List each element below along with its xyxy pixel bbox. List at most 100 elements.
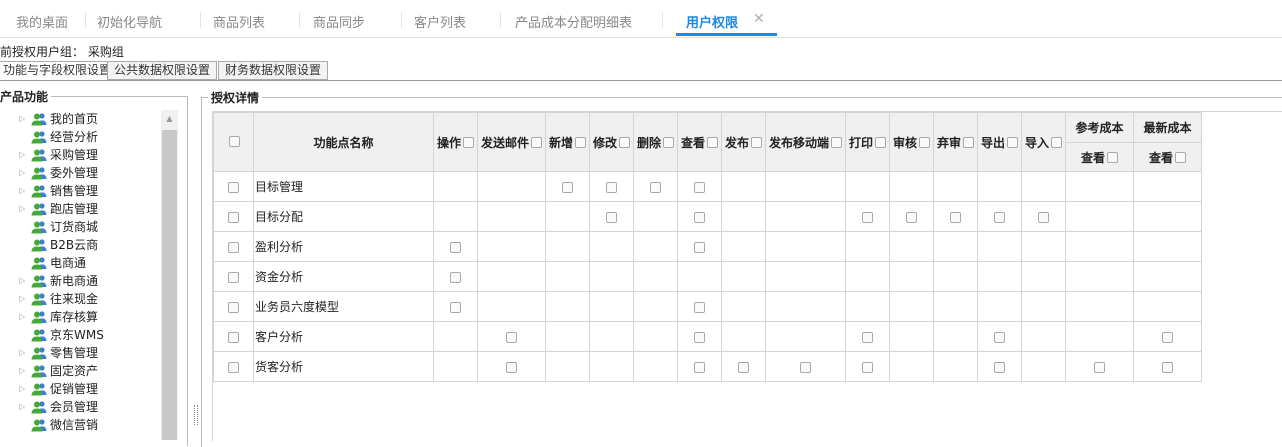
expand-arrow-icon[interactable]: ▷: [19, 146, 25, 164]
subtab-public-data[interactable]: 公共数据权限设置: [107, 61, 218, 80]
column-select-checkbox[interactable]: [963, 136, 974, 148]
tree-item[interactable]: 经营分析: [19, 128, 159, 146]
expand-arrow-icon[interactable]: ▷: [19, 398, 25, 416]
column-select-checkbox[interactable]: [575, 136, 586, 148]
permission-checkbox[interactable]: [694, 241, 705, 253]
permission-checkbox[interactable]: [450, 301, 461, 313]
tab-desktop[interactable]: 我的桌面: [16, 12, 68, 31]
expand-arrow-icon[interactable]: ▷: [19, 200, 25, 218]
row-select-checkbox[interactable]: [228, 331, 239, 343]
permission-checkbox[interactable]: [694, 361, 705, 373]
tab-product-list[interactable]: 商品列表: [213, 12, 265, 31]
permission-checkbox[interactable]: [450, 241, 461, 253]
column-select-checkbox[interactable]: [875, 136, 886, 148]
permission-checkbox[interactable]: [1038, 211, 1049, 223]
expand-arrow-icon[interactable]: ▷: [19, 164, 25, 182]
tree-item[interactable]: ▷ 零售管理: [19, 344, 159, 362]
column-select-checkbox[interactable]: [831, 136, 842, 148]
permission-checkbox[interactable]: [506, 331, 517, 343]
column-select-checkbox[interactable]: [1051, 136, 1062, 148]
expand-arrow-icon[interactable]: ▷: [19, 110, 25, 128]
row-select-checkbox[interactable]: [228, 241, 239, 253]
permission-checkbox[interactable]: [994, 331, 1005, 343]
permission-checkbox[interactable]: [1162, 361, 1173, 373]
column-select-checkbox[interactable]: [463, 136, 474, 148]
expand-arrow-icon[interactable]: ▷: [19, 272, 25, 290]
column-select-checkbox[interactable]: [1175, 151, 1186, 163]
column-select-checkbox[interactable]: [707, 136, 718, 148]
tab-customer-list[interactable]: 客户列表: [414, 12, 466, 31]
permission-checkbox[interactable]: [650, 181, 661, 193]
tree-scrollbar[interactable]: ▲: [161, 110, 178, 440]
column-select-checkbox[interactable]: [663, 136, 674, 148]
permission-checkbox[interactable]: [800, 361, 811, 373]
permission-checkbox[interactable]: [450, 271, 461, 283]
row-select-checkbox[interactable]: [228, 271, 239, 283]
permission-checkbox[interactable]: [694, 181, 705, 193]
tree-item[interactable]: ▷ 促销管理: [19, 380, 159, 398]
permission-checkbox[interactable]: [950, 211, 961, 223]
permission-checkbox[interactable]: [862, 211, 873, 223]
tree-item[interactable]: ▷ 采购管理: [19, 146, 159, 164]
close-icon[interactable]: ✕: [753, 11, 765, 27]
permission-checkbox[interactable]: [606, 181, 617, 193]
tree-item[interactable]: ▷ 跑店管理: [19, 200, 159, 218]
expand-arrow-icon[interactable]: ▷: [19, 308, 25, 326]
permission-checkbox[interactable]: [562, 181, 573, 193]
column-select-checkbox[interactable]: [619, 136, 630, 148]
permission-checkbox[interactable]: [738, 361, 749, 373]
scroll-up-arrow-icon[interactable]: ▲: [161, 114, 178, 123]
tree-item[interactable]: ▷ 往来现金: [19, 290, 159, 308]
tab-product-sync[interactable]: 商品同步: [313, 12, 365, 31]
tree-item[interactable]: ▷ 固定资产: [19, 362, 159, 380]
column-select-checkbox[interactable]: [919, 136, 930, 148]
permission-checkbox[interactable]: [994, 361, 1005, 373]
tree-item[interactable]: ▷ 新电商通: [19, 272, 159, 290]
permission-checkbox[interactable]: [994, 211, 1005, 223]
tab-init-nav[interactable]: 初始化导航: [97, 12, 162, 31]
tree-item[interactable]: ▷ 我的首页: [19, 110, 159, 128]
permission-checkbox[interactable]: [694, 211, 705, 223]
tree-item[interactable]: 订货商城: [19, 218, 159, 236]
permission-checkbox[interactable]: [1162, 331, 1173, 343]
expand-arrow-icon[interactable]: ▷: [19, 344, 25, 362]
tree-item[interactable]: ▷ 库存核算: [19, 308, 159, 326]
user-group-icon: [31, 166, 47, 180]
select-all-checkbox[interactable]: [229, 136, 240, 147]
tree-item-label: 订货商城: [50, 220, 99, 234]
tree-item[interactable]: 京东WMS: [19, 326, 159, 344]
column-select-checkbox[interactable]: [1107, 151, 1118, 163]
permission-cell: [589, 291, 634, 322]
expand-arrow-icon[interactable]: ▷: [19, 182, 25, 200]
permission-checkbox[interactable]: [906, 211, 917, 223]
expand-arrow-icon[interactable]: ▷: [19, 380, 25, 398]
row-select-checkbox[interactable]: [228, 361, 239, 373]
permission-checkbox[interactable]: [694, 331, 705, 343]
tab-cost-allocation[interactable]: 产品成本分配明细表: [515, 12, 632, 31]
permission-checkbox[interactable]: [862, 361, 873, 373]
subtab-function-field[interactable]: 功能与字段权限设置: [0, 61, 119, 80]
column-select-checkbox[interactable]: [1007, 136, 1018, 148]
tree-item[interactable]: 电商通: [19, 254, 159, 272]
scroll-thumb[interactable]: [162, 130, 177, 440]
row-select-checkbox[interactable]: [228, 211, 239, 223]
permission-checkbox[interactable]: [606, 211, 617, 223]
expand-arrow-icon[interactable]: ▷: [19, 290, 25, 308]
tree-item[interactable]: 微信营销: [19, 416, 159, 434]
row-select-checkbox[interactable]: [228, 301, 239, 313]
subtab-finance-data[interactable]: 财务数据权限设置: [218, 61, 329, 80]
column-select-checkbox[interactable]: [531, 136, 542, 148]
tree-item[interactable]: ▷ 委外管理: [19, 164, 159, 182]
permission-checkbox[interactable]: [862, 331, 873, 343]
permission-checkbox[interactable]: [694, 301, 705, 313]
column-select-checkbox[interactable]: [751, 136, 762, 148]
tab-user-permissions[interactable]: 用户权限: [686, 12, 738, 31]
tree-item[interactable]: ▷ 会员管理: [19, 398, 159, 416]
tree-item[interactable]: ▷ 销售管理: [19, 182, 159, 200]
tree-item[interactable]: B2B云商: [19, 236, 159, 254]
permission-checkbox[interactable]: [1094, 361, 1105, 373]
permission-checkbox[interactable]: [506, 361, 517, 373]
row-select-checkbox[interactable]: [228, 181, 239, 193]
expand-arrow-icon[interactable]: ▷: [19, 362, 25, 380]
panel-splitter[interactable]: [194, 405, 198, 425]
